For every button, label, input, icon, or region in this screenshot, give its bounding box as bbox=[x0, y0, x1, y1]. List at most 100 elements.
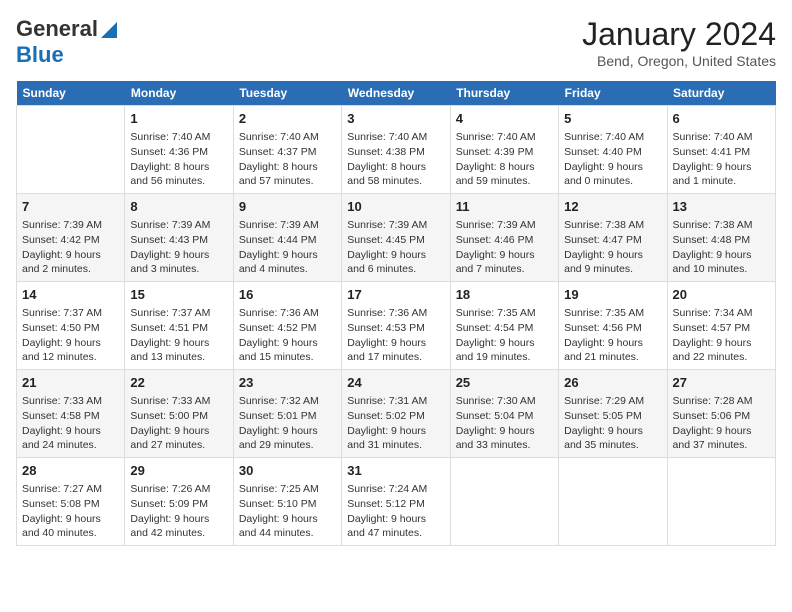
sunrise-text: Sunrise: 7:35 AM bbox=[564, 307, 644, 319]
day-number: 17 bbox=[347, 286, 444, 304]
sunset-text: Sunset: 4:58 PM bbox=[22, 410, 100, 422]
sunrise-text: Sunrise: 7:33 AM bbox=[22, 395, 102, 407]
table-row: 17 Sunrise: 7:36 AM Sunset: 4:53 PM Dayl… bbox=[342, 282, 450, 370]
daylight-text: Daylight: 9 hours and 19 minutes. bbox=[456, 337, 535, 364]
header-saturday: Saturday bbox=[667, 81, 775, 106]
table-row: 12 Sunrise: 7:38 AM Sunset: 4:47 PM Dayl… bbox=[559, 194, 667, 282]
day-number: 2 bbox=[239, 110, 336, 128]
table-row: 27 Sunrise: 7:28 AM Sunset: 5:06 PM Dayl… bbox=[667, 370, 775, 458]
sunrise-text: Sunrise: 7:39 AM bbox=[22, 219, 102, 231]
day-number: 29 bbox=[130, 462, 227, 480]
sunset-text: Sunset: 4:39 PM bbox=[456, 146, 534, 158]
logo-text-general: General bbox=[16, 17, 98, 41]
sunset-text: Sunset: 5:08 PM bbox=[22, 498, 100, 510]
sunset-text: Sunset: 4:52 PM bbox=[239, 322, 317, 334]
sunset-text: Sunset: 5:05 PM bbox=[564, 410, 642, 422]
sunset-text: Sunset: 5:01 PM bbox=[239, 410, 317, 422]
sunset-text: Sunset: 4:50 PM bbox=[22, 322, 100, 334]
logo-text-blue: Blue bbox=[16, 42, 64, 67]
daylight-text: Daylight: 9 hours and 3 minutes. bbox=[130, 249, 209, 276]
sunrise-text: Sunrise: 7:36 AM bbox=[239, 307, 319, 319]
table-row: 5 Sunrise: 7:40 AM Sunset: 4:40 PM Dayli… bbox=[559, 106, 667, 194]
day-number: 25 bbox=[456, 374, 553, 392]
day-number: 21 bbox=[22, 374, 119, 392]
sunrise-text: Sunrise: 7:34 AM bbox=[673, 307, 753, 319]
sunrise-text: Sunrise: 7:40 AM bbox=[239, 131, 319, 143]
daylight-text: Daylight: 8 hours and 57 minutes. bbox=[239, 161, 318, 188]
table-row: 13 Sunrise: 7:38 AM Sunset: 4:48 PM Dayl… bbox=[667, 194, 775, 282]
daylight-text: Daylight: 9 hours and 42 minutes. bbox=[130, 513, 209, 540]
calendar-subtitle: Bend, Oregon, United States bbox=[582, 53, 776, 69]
table-row: 3 Sunrise: 7:40 AM Sunset: 4:38 PM Dayli… bbox=[342, 106, 450, 194]
day-number: 14 bbox=[22, 286, 119, 304]
title-block: January 2024 Bend, Oregon, United States bbox=[582, 16, 776, 69]
sunset-text: Sunset: 4:53 PM bbox=[347, 322, 425, 334]
page-container: General Blue January 2024 Bend, Oregon, … bbox=[0, 0, 792, 554]
sunset-text: Sunset: 4:46 PM bbox=[456, 234, 534, 246]
day-number: 23 bbox=[239, 374, 336, 392]
sunrise-text: Sunrise: 7:29 AM bbox=[564, 395, 644, 407]
sunset-text: Sunset: 5:10 PM bbox=[239, 498, 317, 510]
table-row: 24 Sunrise: 7:31 AM Sunset: 5:02 PM Dayl… bbox=[342, 370, 450, 458]
table-row: 19 Sunrise: 7:35 AM Sunset: 4:56 PM Dayl… bbox=[559, 282, 667, 370]
sunrise-text: Sunrise: 7:39 AM bbox=[456, 219, 536, 231]
daylight-text: Daylight: 9 hours and 12 minutes. bbox=[22, 337, 101, 364]
sunrise-text: Sunrise: 7:36 AM bbox=[347, 307, 427, 319]
daylight-text: Daylight: 9 hours and 31 minutes. bbox=[347, 425, 426, 452]
sunset-text: Sunset: 5:12 PM bbox=[347, 498, 425, 510]
header-wednesday: Wednesday bbox=[342, 81, 450, 106]
logo: General Blue bbox=[16, 16, 117, 67]
page-header: General Blue January 2024 Bend, Oregon, … bbox=[16, 16, 776, 69]
day-number: 3 bbox=[347, 110, 444, 128]
daylight-text: Daylight: 9 hours and 24 minutes. bbox=[22, 425, 101, 452]
sunrise-text: Sunrise: 7:40 AM bbox=[347, 131, 427, 143]
table-row: 20 Sunrise: 7:34 AM Sunset: 4:57 PM Dayl… bbox=[667, 282, 775, 370]
sunset-text: Sunset: 4:51 PM bbox=[130, 322, 208, 334]
table-row: 4 Sunrise: 7:40 AM Sunset: 4:39 PM Dayli… bbox=[450, 106, 558, 194]
table-row: 11 Sunrise: 7:39 AM Sunset: 4:46 PM Dayl… bbox=[450, 194, 558, 282]
day-number: 16 bbox=[239, 286, 336, 304]
day-number: 4 bbox=[456, 110, 553, 128]
header-monday: Monday bbox=[125, 81, 233, 106]
day-number: 30 bbox=[239, 462, 336, 480]
table-row: 18 Sunrise: 7:35 AM Sunset: 4:54 PM Dayl… bbox=[450, 282, 558, 370]
table-row bbox=[17, 106, 125, 194]
week-row-3: 14 Sunrise: 7:37 AM Sunset: 4:50 PM Dayl… bbox=[17, 282, 776, 370]
sunset-text: Sunset: 5:02 PM bbox=[347, 410, 425, 422]
daylight-text: Daylight: 9 hours and 10 minutes. bbox=[673, 249, 752, 276]
weekday-header-row: Sunday Monday Tuesday Wednesday Thursday… bbox=[17, 81, 776, 106]
sunrise-text: Sunrise: 7:40 AM bbox=[130, 131, 210, 143]
daylight-text: Daylight: 8 hours and 58 minutes. bbox=[347, 161, 426, 188]
sunrise-text: Sunrise: 7:26 AM bbox=[130, 483, 210, 495]
sunrise-text: Sunrise: 7:24 AM bbox=[347, 483, 427, 495]
sunset-text: Sunset: 5:06 PM bbox=[673, 410, 751, 422]
table-row: 16 Sunrise: 7:36 AM Sunset: 4:52 PM Dayl… bbox=[233, 282, 341, 370]
table-row: 15 Sunrise: 7:37 AM Sunset: 4:51 PM Dayl… bbox=[125, 282, 233, 370]
day-number: 9 bbox=[239, 198, 336, 216]
table-row: 22 Sunrise: 7:33 AM Sunset: 5:00 PM Dayl… bbox=[125, 370, 233, 458]
table-row: 1 Sunrise: 7:40 AM Sunset: 4:36 PM Dayli… bbox=[125, 106, 233, 194]
sunrise-text: Sunrise: 7:25 AM bbox=[239, 483, 319, 495]
table-row: 28 Sunrise: 7:27 AM Sunset: 5:08 PM Dayl… bbox=[17, 458, 125, 546]
day-number: 5 bbox=[564, 110, 661, 128]
daylight-text: Daylight: 9 hours and 40 minutes. bbox=[22, 513, 101, 540]
sunset-text: Sunset: 4:43 PM bbox=[130, 234, 208, 246]
daylight-text: Daylight: 9 hours and 27 minutes. bbox=[130, 425, 209, 452]
day-number: 24 bbox=[347, 374, 444, 392]
week-row-5: 28 Sunrise: 7:27 AM Sunset: 5:08 PM Dayl… bbox=[17, 458, 776, 546]
day-number: 7 bbox=[22, 198, 119, 216]
table-row: 29 Sunrise: 7:26 AM Sunset: 5:09 PM Dayl… bbox=[125, 458, 233, 546]
day-number: 27 bbox=[673, 374, 770, 392]
sunset-text: Sunset: 5:04 PM bbox=[456, 410, 534, 422]
sunset-text: Sunset: 5:00 PM bbox=[130, 410, 208, 422]
header-sunday: Sunday bbox=[17, 81, 125, 106]
calendar-title: January 2024 bbox=[582, 16, 776, 53]
table-row bbox=[667, 458, 775, 546]
sunrise-text: Sunrise: 7:37 AM bbox=[22, 307, 102, 319]
sunset-text: Sunset: 4:40 PM bbox=[564, 146, 642, 158]
sunset-text: Sunset: 4:45 PM bbox=[347, 234, 425, 246]
day-number: 15 bbox=[130, 286, 227, 304]
day-number: 28 bbox=[22, 462, 119, 480]
header-friday: Friday bbox=[559, 81, 667, 106]
table-row: 25 Sunrise: 7:30 AM Sunset: 5:04 PM Dayl… bbox=[450, 370, 558, 458]
